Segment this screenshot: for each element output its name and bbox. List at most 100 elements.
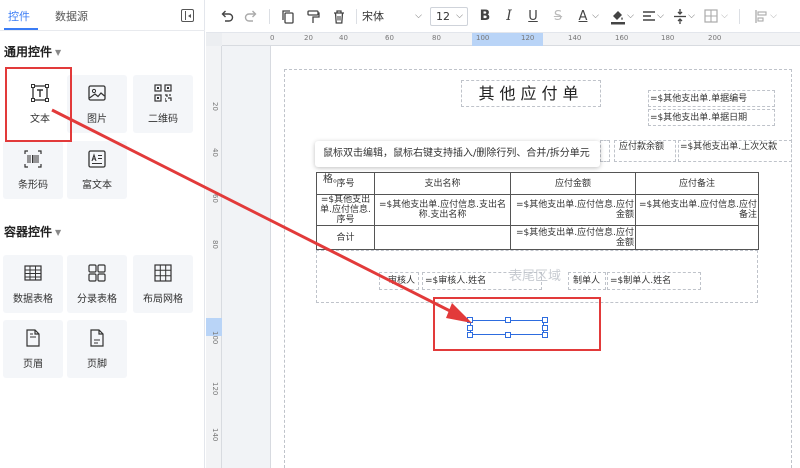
tab-controls[interactable]: 控件 xyxy=(8,8,30,24)
font-color-button[interactable]: A xyxy=(576,8,590,25)
control-label: 页眉 xyxy=(23,359,43,370)
ruler-tick-label: 200 xyxy=(708,34,722,42)
chevron-down-icon: ⌵ xyxy=(415,11,422,21)
ruler-corner xyxy=(206,33,222,46)
table-cell[interactable]: =$其他支出单.应付信息.应付金额 xyxy=(510,194,636,226)
control-layout-grid[interactable]: 布局网格 xyxy=(133,255,193,313)
section-title: 容器控件 xyxy=(4,225,53,239)
toolbar-separator xyxy=(356,9,357,24)
control-page-footer[interactable]: 页脚 xyxy=(67,320,127,378)
tab-datasource[interactable]: 数据源 xyxy=(55,8,88,24)
chevron-down-icon[interactable]: ⌵ xyxy=(769,8,778,25)
font-size-value: 12 xyxy=(436,10,450,23)
chevron-down-icon[interactable]: ⌵ xyxy=(591,8,600,25)
ruler-tick-label: 140 xyxy=(211,428,219,442)
control-image[interactable]: 图片 xyxy=(67,75,127,133)
maker-value: =$制单人.姓名 xyxy=(610,276,672,286)
panel-tabs: 控件 数据源 xyxy=(0,0,205,31)
collapse-panel-icon[interactable] xyxy=(181,9,194,22)
table-cell[interactable]: =$其他支出单.应付信息.应付金额 xyxy=(510,225,636,250)
resize-handle[interactable] xyxy=(542,317,548,323)
control-page-header[interactable]: 页眉 xyxy=(3,320,63,378)
chevron-down-icon[interactable]: ⌵ xyxy=(626,8,635,25)
resize-handle[interactable] xyxy=(467,325,473,331)
format-painter-icon[interactable] xyxy=(306,8,320,25)
chevron-down-icon[interactable]: ⌵ xyxy=(720,8,729,25)
control-label: 分录表格 xyxy=(77,294,117,305)
maker-label: 制单人 xyxy=(573,276,601,286)
ruler-tick-label: 140 xyxy=(568,34,582,42)
table-cell[interactable]: =$其他支出单.应付信息.序号 xyxy=(316,194,375,226)
copy-icon[interactable] xyxy=(281,8,295,25)
table-header-cell[interactable]: 支出名称 xyxy=(374,172,511,195)
italic-button[interactable]: I xyxy=(502,8,516,25)
resize-handle[interactable] xyxy=(542,325,548,331)
table-header-cell[interactable]: 应付备注 xyxy=(635,172,759,195)
ruler-tick-label: 120 xyxy=(211,382,219,396)
control-qrcode[interactable]: 二维码 xyxy=(133,75,193,133)
table-cell[interactable]: =$其他支出单.应付信息.应付备注 xyxy=(635,194,759,226)
control-rich-text[interactable]: 富文本 xyxy=(67,141,127,199)
font-family-select[interactable]: 宋体 ⌵ xyxy=(362,7,426,26)
hidden-field[interactable] xyxy=(600,140,610,162)
chevron-down-icon[interactable]: ⌵ xyxy=(656,8,665,25)
ruler-tick-label: 160 xyxy=(615,34,629,42)
resize-handle[interactable] xyxy=(505,332,511,338)
align-objects-icon[interactable] xyxy=(754,8,768,25)
chevron-down-icon: ⌵ xyxy=(456,11,463,21)
vertical-align-icon[interactable] xyxy=(673,8,687,25)
payable-balance-value: =$其他支出单.上次欠款 xyxy=(680,142,778,152)
delete-icon[interactable] xyxy=(332,8,346,25)
reviewer-label: 审核人 xyxy=(388,276,416,286)
new-text-control[interactable] xyxy=(467,317,548,338)
ruler-tick-label: 20 xyxy=(211,102,219,111)
caret-down-icon: ▼ xyxy=(55,48,62,57)
ruler-tick-label: 20 xyxy=(304,34,313,42)
section-title: 通用控件 xyxy=(4,45,53,59)
control-label: 数据表格 xyxy=(13,294,53,305)
control-label: 条形码 xyxy=(18,180,48,191)
strikethrough-button[interactable]: S xyxy=(551,8,565,25)
control-data-table[interactable]: 数据表格 xyxy=(3,255,63,313)
table-header-cell[interactable]: 应付金额 xyxy=(510,172,636,195)
ruler-vertical xyxy=(206,33,222,468)
undo-icon[interactable] xyxy=(220,8,234,25)
control-label: 页脚 xyxy=(87,359,107,370)
border-icon[interactable] xyxy=(704,8,718,25)
section-common-controls[interactable]: 通用控件 ▼ xyxy=(4,43,61,60)
font-size-select[interactable]: 12 ⌵ xyxy=(430,7,468,26)
control-label: 二维码 xyxy=(148,114,178,125)
table-cell[interactable] xyxy=(374,225,511,250)
control-barcode[interactable]: 条形码 xyxy=(3,141,63,199)
table-cell[interactable]: 合计 xyxy=(316,225,375,250)
chevron-down-icon[interactable]: ⌵ xyxy=(687,8,696,25)
toolbar: 宋体 ⌵ 12 ⌵ B I U S A ⌵ ⌵ ⌵ ⌵ ⌵ ⌵ xyxy=(206,0,800,33)
table-cell[interactable] xyxy=(635,225,759,250)
control-group-table[interactable]: 分录表格 xyxy=(67,255,127,313)
ruler-tick-label: 60 xyxy=(385,34,394,42)
resize-handle[interactable] xyxy=(542,332,548,338)
bold-button[interactable]: B xyxy=(478,8,492,25)
resize-handle[interactable] xyxy=(467,332,473,338)
layout-grid-icon xyxy=(154,264,172,282)
bill-date-text: =$其他支出单.单据日期 xyxy=(650,113,748,123)
page-header-icon xyxy=(26,329,40,347)
ruler-tick-label: 100 xyxy=(476,34,490,42)
table-header-row: 序号 支出名称 应付金额 应付备注 xyxy=(316,172,759,195)
control-label: 富文本 xyxy=(82,180,112,191)
data-table[interactable]: 序号 支出名称 应付金额 应付备注 =$其他支出单.应付信息.序号 =$其他支出… xyxy=(316,172,759,250)
active-tab-indicator xyxy=(4,28,38,30)
control-label: 布局网格 xyxy=(143,294,183,305)
resize-handle[interactable] xyxy=(467,317,473,323)
report-title[interactable]: 其他应付单 xyxy=(461,80,601,107)
toolbar-separator xyxy=(269,9,270,24)
align-left-icon[interactable] xyxy=(642,8,656,25)
redo-icon[interactable] xyxy=(244,8,258,25)
table-cell[interactable]: =$其他支出单.应付信息.支出名称.支出名称 xyxy=(374,194,511,226)
ruler-tick-label: 180 xyxy=(661,34,675,42)
fill-color-icon[interactable] xyxy=(610,8,626,25)
underline-button[interactable]: U xyxy=(526,8,540,25)
qrcode-icon xyxy=(154,84,172,102)
resize-handle[interactable] xyxy=(505,317,511,323)
section-container-controls[interactable]: 容器控件 ▼ xyxy=(4,223,61,240)
